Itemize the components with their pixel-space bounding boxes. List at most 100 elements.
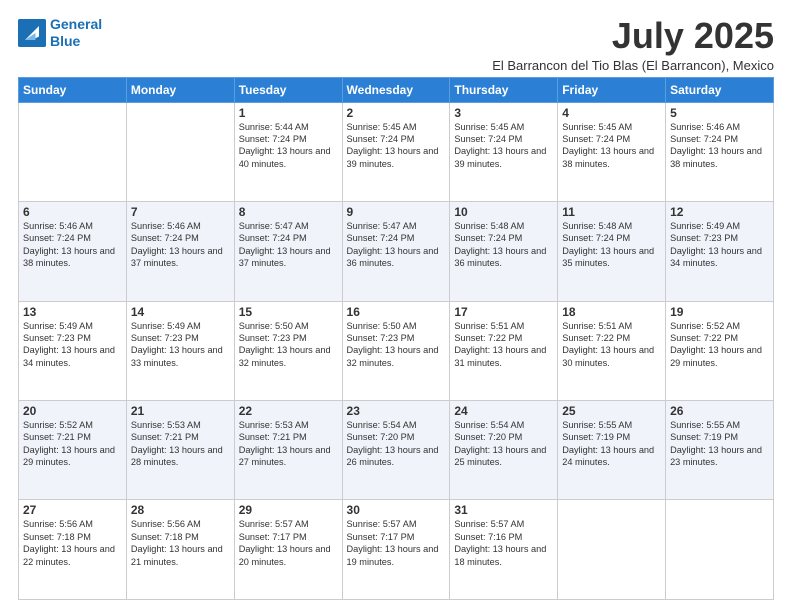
day-number: 25 bbox=[562, 404, 661, 418]
cell-info: Sunrise: 5:52 AMSunset: 7:22 PMDaylight:… bbox=[670, 320, 769, 370]
cell-info: Sunrise: 5:54 AMSunset: 7:20 PMDaylight:… bbox=[454, 419, 553, 469]
day-number: 29 bbox=[239, 503, 338, 517]
logo-line1: General bbox=[50, 16, 102, 32]
calendar-cell: 19Sunrise: 5:52 AMSunset: 7:22 PMDayligh… bbox=[666, 301, 774, 400]
subtitle: El Barrancon del Tio Blas (El Barrancon)… bbox=[492, 58, 774, 73]
cell-info: Sunrise: 5:49 AMSunset: 7:23 PMDaylight:… bbox=[23, 320, 122, 370]
day-number: 17 bbox=[454, 305, 553, 319]
calendar-cell: 4Sunrise: 5:45 AMSunset: 7:24 PMDaylight… bbox=[558, 102, 666, 201]
col-sunday: Sunday bbox=[19, 77, 127, 102]
day-number: 15 bbox=[239, 305, 338, 319]
calendar-week-4: 20Sunrise: 5:52 AMSunset: 7:21 PMDayligh… bbox=[19, 401, 774, 500]
day-number: 18 bbox=[562, 305, 661, 319]
day-number: 27 bbox=[23, 503, 122, 517]
calendar-cell: 26Sunrise: 5:55 AMSunset: 7:19 PMDayligh… bbox=[666, 401, 774, 500]
calendar-cell bbox=[19, 102, 127, 201]
calendar-week-5: 27Sunrise: 5:56 AMSunset: 7:18 PMDayligh… bbox=[19, 500, 774, 600]
header: General Blue July 2025 El Barrancon del … bbox=[18, 16, 774, 73]
day-number: 30 bbox=[347, 503, 446, 517]
calendar-cell: 2Sunrise: 5:45 AMSunset: 7:24 PMDaylight… bbox=[342, 102, 450, 201]
logo-line2: Blue bbox=[50, 33, 80, 49]
cell-info: Sunrise: 5:52 AMSunset: 7:21 PMDaylight:… bbox=[23, 419, 122, 469]
page: General Blue July 2025 El Barrancon del … bbox=[0, 0, 792, 612]
col-saturday: Saturday bbox=[666, 77, 774, 102]
col-wednesday: Wednesday bbox=[342, 77, 450, 102]
calendar-cell: 23Sunrise: 5:54 AMSunset: 7:20 PMDayligh… bbox=[342, 401, 450, 500]
cell-info: Sunrise: 5:55 AMSunset: 7:19 PMDaylight:… bbox=[670, 419, 769, 469]
cell-info: Sunrise: 5:53 AMSunset: 7:21 PMDaylight:… bbox=[131, 419, 230, 469]
calendar-cell: 13Sunrise: 5:49 AMSunset: 7:23 PMDayligh… bbox=[19, 301, 127, 400]
day-number: 26 bbox=[670, 404, 769, 418]
cell-info: Sunrise: 5:46 AMSunset: 7:24 PMDaylight:… bbox=[23, 220, 122, 270]
day-number: 21 bbox=[131, 404, 230, 418]
day-number: 19 bbox=[670, 305, 769, 319]
day-number: 13 bbox=[23, 305, 122, 319]
calendar-cell: 20Sunrise: 5:52 AMSunset: 7:21 PMDayligh… bbox=[19, 401, 127, 500]
day-number: 14 bbox=[131, 305, 230, 319]
col-friday: Friday bbox=[558, 77, 666, 102]
calendar-week-1: 1Sunrise: 5:44 AMSunset: 7:24 PMDaylight… bbox=[19, 102, 774, 201]
cell-info: Sunrise: 5:53 AMSunset: 7:21 PMDaylight:… bbox=[239, 419, 338, 469]
cell-info: Sunrise: 5:48 AMSunset: 7:24 PMDaylight:… bbox=[562, 220, 661, 270]
calendar-cell: 9Sunrise: 5:47 AMSunset: 7:24 PMDaylight… bbox=[342, 202, 450, 301]
day-number: 1 bbox=[239, 106, 338, 120]
cell-info: Sunrise: 5:57 AMSunset: 7:17 PMDaylight:… bbox=[347, 518, 446, 568]
day-number: 10 bbox=[454, 205, 553, 219]
calendar-cell: 5Sunrise: 5:46 AMSunset: 7:24 PMDaylight… bbox=[666, 102, 774, 201]
day-number: 22 bbox=[239, 404, 338, 418]
calendar-cell bbox=[666, 500, 774, 600]
cell-info: Sunrise: 5:46 AMSunset: 7:24 PMDaylight:… bbox=[131, 220, 230, 270]
calendar-cell: 24Sunrise: 5:54 AMSunset: 7:20 PMDayligh… bbox=[450, 401, 558, 500]
calendar-cell: 21Sunrise: 5:53 AMSunset: 7:21 PMDayligh… bbox=[126, 401, 234, 500]
cell-info: Sunrise: 5:54 AMSunset: 7:20 PMDaylight:… bbox=[347, 419, 446, 469]
calendar-cell: 8Sunrise: 5:47 AMSunset: 7:24 PMDaylight… bbox=[234, 202, 342, 301]
cell-info: Sunrise: 5:51 AMSunset: 7:22 PMDaylight:… bbox=[562, 320, 661, 370]
day-number: 5 bbox=[670, 106, 769, 120]
col-tuesday: Tuesday bbox=[234, 77, 342, 102]
calendar-week-2: 6Sunrise: 5:46 AMSunset: 7:24 PMDaylight… bbox=[19, 202, 774, 301]
cell-info: Sunrise: 5:49 AMSunset: 7:23 PMDaylight:… bbox=[131, 320, 230, 370]
calendar-cell: 15Sunrise: 5:50 AMSunset: 7:23 PMDayligh… bbox=[234, 301, 342, 400]
cell-info: Sunrise: 5:50 AMSunset: 7:23 PMDaylight:… bbox=[347, 320, 446, 370]
cell-info: Sunrise: 5:56 AMSunset: 7:18 PMDaylight:… bbox=[23, 518, 122, 568]
day-number: 24 bbox=[454, 404, 553, 418]
main-title: July 2025 bbox=[492, 16, 774, 56]
day-number: 23 bbox=[347, 404, 446, 418]
calendar-cell: 31Sunrise: 5:57 AMSunset: 7:16 PMDayligh… bbox=[450, 500, 558, 600]
cell-info: Sunrise: 5:44 AMSunset: 7:24 PMDaylight:… bbox=[239, 121, 338, 171]
cell-info: Sunrise: 5:48 AMSunset: 7:24 PMDaylight:… bbox=[454, 220, 553, 270]
cell-info: Sunrise: 5:56 AMSunset: 7:18 PMDaylight:… bbox=[131, 518, 230, 568]
day-number: 2 bbox=[347, 106, 446, 120]
day-number: 8 bbox=[239, 205, 338, 219]
day-number: 4 bbox=[562, 106, 661, 120]
day-number: 11 bbox=[562, 205, 661, 219]
day-number: 7 bbox=[131, 205, 230, 219]
calendar-cell bbox=[126, 102, 234, 201]
logo: General Blue bbox=[18, 16, 102, 50]
calendar-week-3: 13Sunrise: 5:49 AMSunset: 7:23 PMDayligh… bbox=[19, 301, 774, 400]
col-thursday: Thursday bbox=[450, 77, 558, 102]
calendar-cell: 17Sunrise: 5:51 AMSunset: 7:22 PMDayligh… bbox=[450, 301, 558, 400]
cell-info: Sunrise: 5:57 AMSunset: 7:16 PMDaylight:… bbox=[454, 518, 553, 568]
calendar-cell: 6Sunrise: 5:46 AMSunset: 7:24 PMDaylight… bbox=[19, 202, 127, 301]
calendar-cell: 11Sunrise: 5:48 AMSunset: 7:24 PMDayligh… bbox=[558, 202, 666, 301]
calendar-cell: 25Sunrise: 5:55 AMSunset: 7:19 PMDayligh… bbox=[558, 401, 666, 500]
cell-info: Sunrise: 5:45 AMSunset: 7:24 PMDaylight:… bbox=[562, 121, 661, 171]
day-number: 16 bbox=[347, 305, 446, 319]
calendar-cell bbox=[558, 500, 666, 600]
cell-info: Sunrise: 5:45 AMSunset: 7:24 PMDaylight:… bbox=[347, 121, 446, 171]
title-block: July 2025 El Barrancon del Tio Blas (El … bbox=[492, 16, 774, 73]
cell-info: Sunrise: 5:51 AMSunset: 7:22 PMDaylight:… bbox=[454, 320, 553, 370]
cell-info: Sunrise: 5:57 AMSunset: 7:17 PMDaylight:… bbox=[239, 518, 338, 568]
cell-info: Sunrise: 5:45 AMSunset: 7:24 PMDaylight:… bbox=[454, 121, 553, 171]
calendar-cell: 1Sunrise: 5:44 AMSunset: 7:24 PMDaylight… bbox=[234, 102, 342, 201]
calendar-cell: 28Sunrise: 5:56 AMSunset: 7:18 PMDayligh… bbox=[126, 500, 234, 600]
calendar-cell: 14Sunrise: 5:49 AMSunset: 7:23 PMDayligh… bbox=[126, 301, 234, 400]
cell-info: Sunrise: 5:50 AMSunset: 7:23 PMDaylight:… bbox=[239, 320, 338, 370]
calendar-cell: 7Sunrise: 5:46 AMSunset: 7:24 PMDaylight… bbox=[126, 202, 234, 301]
day-number: 9 bbox=[347, 205, 446, 219]
cell-info: Sunrise: 5:47 AMSunset: 7:24 PMDaylight:… bbox=[347, 220, 446, 270]
day-number: 28 bbox=[131, 503, 230, 517]
logo-icon bbox=[18, 19, 46, 47]
cell-info: Sunrise: 5:47 AMSunset: 7:24 PMDaylight:… bbox=[239, 220, 338, 270]
